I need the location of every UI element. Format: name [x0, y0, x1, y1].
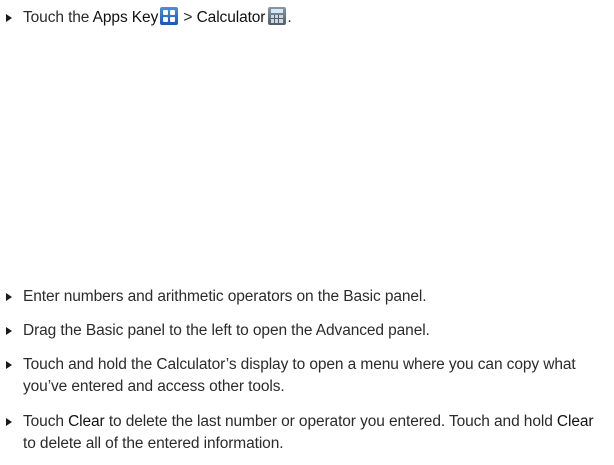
clear-label: Clear	[556, 413, 594, 430]
instruction-text: Touch the Apps Key > Calculator.	[23, 7, 610, 29]
instruction-clear: Touch Clear to delete the last number or…	[6, 411, 610, 455]
instruction-display-menu: Touch and hold the Calculator’s display …	[6, 354, 610, 398]
bullet-arrow-icon	[6, 14, 12, 22]
instruction-text: Drag the Basic panel to the left to open…	[23, 322, 430, 339]
calculator-icon	[268, 7, 287, 25]
instruction-enter-numbers: Enter numbers and arithmetic operators o…	[6, 286, 610, 308]
instruction-suffix: .	[287, 9, 292, 26]
instruction-open-calculator: Touch the Apps Key > Calculator.	[6, 7, 610, 29]
instruction-text: Touch and hold the Calculator’s display …	[23, 356, 576, 395]
instruction-prefix: Touch the	[23, 9, 93, 26]
apps-key-label: Apps Key	[92, 9, 159, 26]
calculator-label: Calculator	[196, 9, 266, 26]
instruction-text: Touch Clear to delete the last number or…	[23, 413, 594, 452]
separator: >	[179, 9, 197, 26]
instruction-text: Enter numbers and arithmetic operators o…	[23, 288, 427, 305]
bullet-arrow-icon	[6, 293, 12, 301]
bullet-arrow-icon	[6, 418, 12, 426]
bullet-arrow-icon	[6, 361, 12, 369]
clear-label: Clear	[68, 413, 105, 430]
instruction-drag-panel: Drag the Basic panel to the left to open…	[6, 320, 610, 342]
apps-grid-icon	[160, 7, 179, 25]
bullet-arrow-icon	[6, 327, 12, 335]
